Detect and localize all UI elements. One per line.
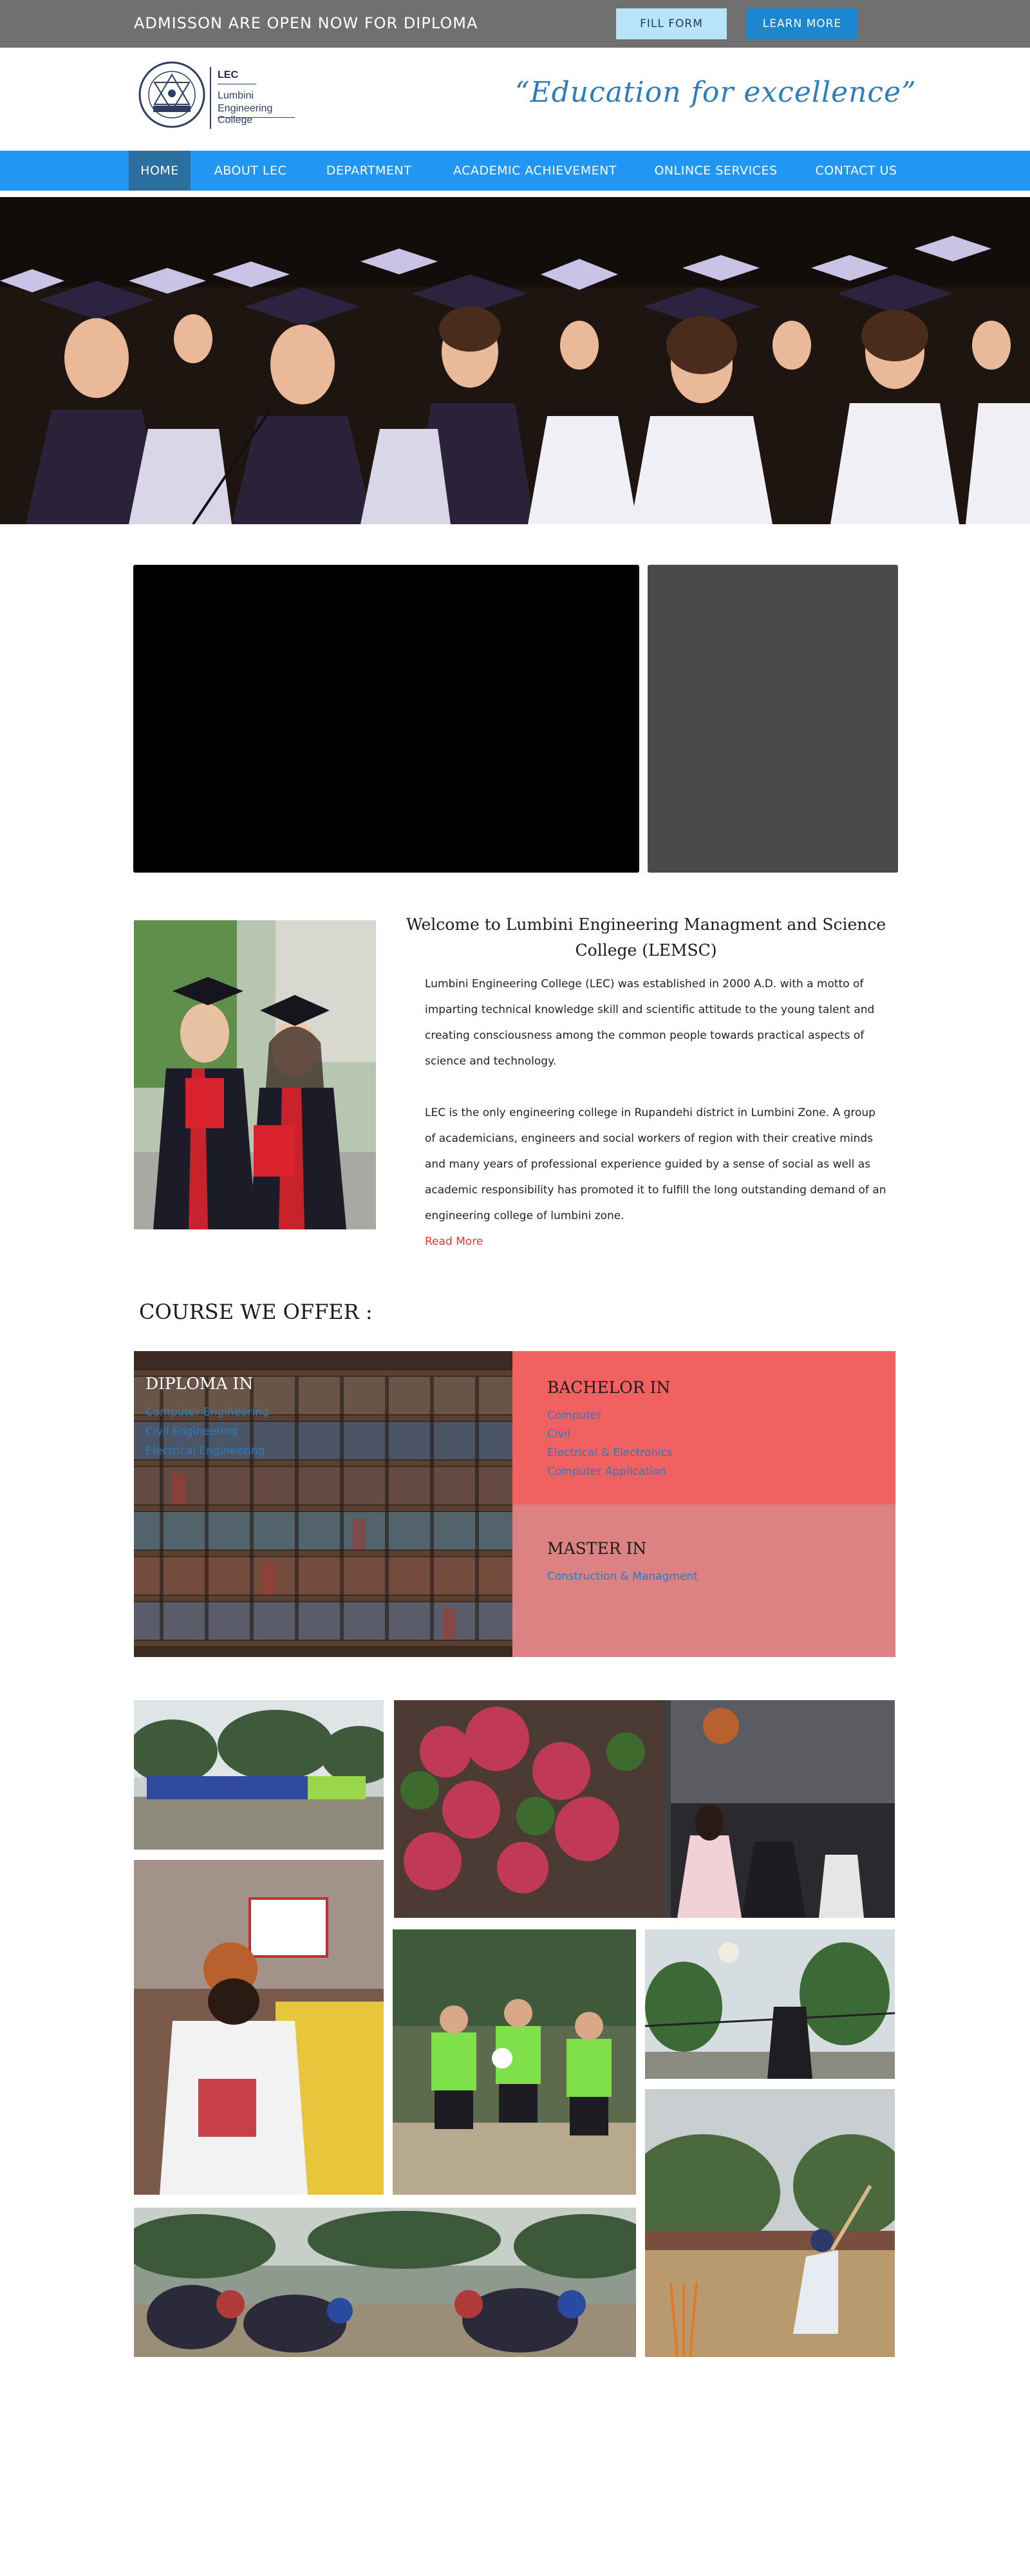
logo-name-line2: Engineering College	[218, 103, 273, 126]
welcome-paragraph-1: Lumbini Engineering College (LEC) was es…	[425, 978, 875, 1068]
college-logo[interactable]: LEC Lumbini Engineering College	[138, 61, 299, 137]
bachelor-course-item[interactable]: Electrical & Electronics	[547, 1444, 673, 1463]
logo-name-line1: Lumbini	[218, 90, 254, 101]
admission-announcement: ADMISSON ARE OPEN NOW FOR DIPLOMA	[134, 14, 478, 32]
nav-item-department[interactable]: DEPARTMENT	[314, 151, 424, 191]
master-card: MASTER IN Construction & Managment	[512, 1504, 895, 1657]
bachelor-course-list: Computer Civil Electrical & Electronics …	[547, 1406, 673, 1481]
gallery-photo-team[interactable]	[134, 1700, 384, 1850]
bachelor-course-item[interactable]: Civil	[547, 1425, 673, 1444]
nav-item-home[interactable]: HOME	[129, 151, 191, 191]
video-sidebar-panel	[648, 565, 898, 873]
graduates-photo	[134, 920, 376, 1229]
gallery-photo-volleyball[interactable]	[645, 1929, 895, 2079]
diploma-course-item[interactable]: Computer Engineering	[145, 1403, 269, 1422]
gallery-photo-basketball-girls[interactable]	[394, 1700, 895, 1918]
logo-rule-bottom	[218, 117, 295, 118]
read-more-link[interactable]: Read More	[425, 1235, 483, 1248]
gallery-photo-referees[interactable]	[393, 1929, 636, 2195]
tagline: “Education for excellence”	[515, 76, 917, 109]
diploma-course-item[interactable]: Civil Engineering	[145, 1422, 269, 1441]
bachelor-course-item[interactable]: Computer Application	[547, 1463, 673, 1481]
master-course-list: Construction & Managment	[547, 1567, 698, 1586]
bookshelf-image	[134, 1351, 512, 1657]
fill-form-button[interactable]: FILL FORM	[616, 8, 727, 39]
gallery-photo-basketball-player[interactable]	[134, 1860, 384, 2195]
welcome-paragraph-2: LEC is the only engineering college in R…	[425, 1106, 886, 1222]
gallery-photo-cricket[interactable]	[645, 2089, 895, 2357]
nav-item-contact[interactable]: CONTACT US	[805, 151, 908, 191]
welcome-heading: Welcome to Lumbini Engineering Managment…	[406, 915, 886, 960]
gallery-photo-tug-of-war[interactable]	[134, 2208, 636, 2357]
diploma-course-list: Computer Engineering Civil Engineering E…	[145, 1403, 269, 1461]
bachelor-course-item[interactable]: Computer	[547, 1406, 673, 1425]
nav-item-online-services[interactable]: ONLINCE SERVICES	[644, 151, 788, 191]
nav-item-about[interactable]: ABOUT LEC	[202, 151, 299, 191]
bachelor-card: BACHELOR IN Computer Civil Electrical & …	[512, 1351, 895, 1504]
site-header: LEC Lumbini Engineering College “Educati…	[0, 48, 1030, 151]
master-title: MASTER IN	[547, 1539, 647, 1558]
diploma-course-item[interactable]: Electrical Engineering	[145, 1441, 269, 1461]
video-player[interactable]	[133, 565, 639, 873]
learn-more-button[interactable]: LEARN MORE	[747, 8, 857, 39]
main-navigation: HOME ABOUT LEC DEPARTMENT ACADEMIC ACHIE…	[0, 151, 1030, 191]
logo-abbreviation: LEC	[218, 70, 238, 80]
top-announcement-bar: ADMISSON ARE OPEN NOW FOR DIPLOMA FILL F…	[0, 0, 1030, 48]
college-seal-icon	[138, 61, 205, 128]
diploma-card: DIPLOMA IN Computer Engineering Civil En…	[134, 1351, 512, 1657]
diploma-title: DIPLOMA IN	[145, 1374, 254, 1393]
courses-heading: COURSE WE OFFER :	[139, 1300, 373, 1324]
nav-item-academic-achievement[interactable]: ACADEMIC ACHIEVEMENT	[442, 151, 628, 191]
bachelor-title: BACHELOR IN	[547, 1378, 671, 1397]
hero-graduation-image	[0, 197, 1030, 524]
master-course-item[interactable]: Construction & Managment	[547, 1567, 698, 1586]
logo-divider	[210, 67, 211, 129]
